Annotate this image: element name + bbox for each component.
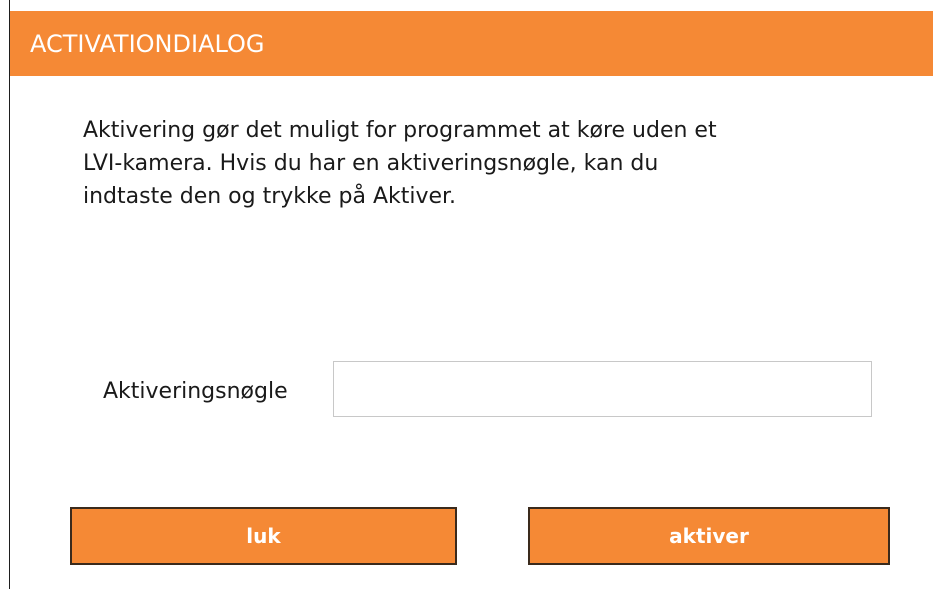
- activation-dialog: ACTIVATIONDIALOG Aktivering gør det muli…: [0, 0, 943, 589]
- description-line: indtaste den og trykke på Aktiver.: [83, 184, 457, 209]
- activation-key-label: Aktiveringsnøgle: [103, 379, 288, 404]
- activate-button[interactable]: aktiver: [528, 507, 890, 565]
- title-bar: ACTIVATIONDIALOG: [10, 0, 933, 76]
- description-line: Aktivering gør det muligt for programmet…: [83, 118, 717, 143]
- window-edge: [9, 0, 10, 589]
- close-button-label: luk: [246, 524, 281, 548]
- dialog-title: ACTIVATIONDIALOG: [30, 30, 265, 58]
- description-text: Aktivering gør det muligt for programmet…: [83, 114, 883, 213]
- close-button[interactable]: luk: [70, 507, 457, 565]
- description-line: LVI-kamera. Hvis du har en aktiveringsnø…: [83, 151, 659, 176]
- activate-button-label: aktiver: [669, 524, 749, 548]
- activation-key-input[interactable]: [333, 361, 872, 417]
